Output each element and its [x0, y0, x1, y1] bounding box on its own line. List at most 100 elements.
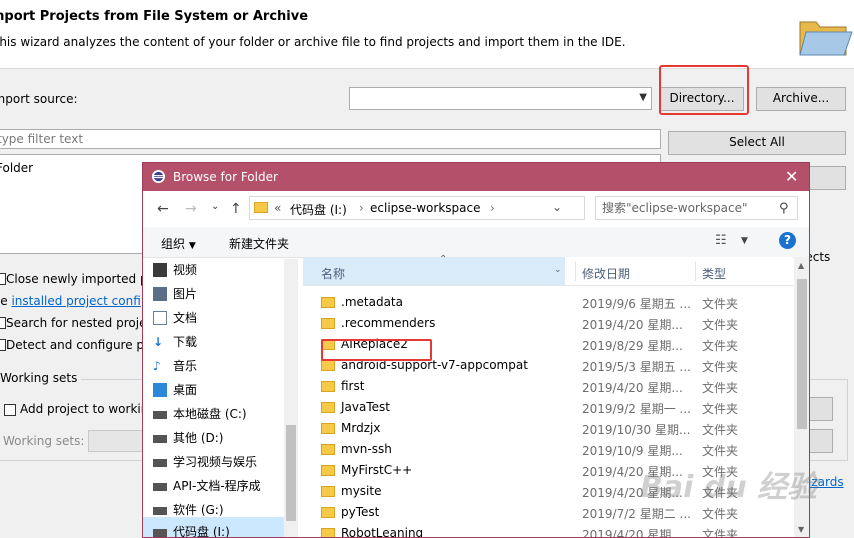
- picture-icon: [153, 287, 167, 301]
- dialog-toolbar: 组织 ▼ 新建文件夹 ☷ ▼ ?: [143, 227, 809, 258]
- up-arrow-icon[interactable]: ↑: [230, 201, 242, 217]
- eclipse-icon: [151, 169, 166, 184]
- open-folder-icon: [799, 21, 853, 56]
- desktop-icon: [153, 383, 167, 397]
- back-arrow-icon[interactable]: ←: [157, 201, 169, 217]
- wizard-title: Import Projects from File System or Arch…: [0, 9, 309, 24]
- close-icon[interactable]: ✕: [785, 167, 798, 186]
- column-date-label[interactable]: 修改日期: [582, 265, 630, 282]
- folder-icon: [321, 444, 335, 455]
- drive-icon: [153, 529, 167, 537]
- nav-item-label: 图片: [173, 287, 198, 301]
- file-type: 文件夹: [702, 360, 739, 374]
- search-input[interactable]: 搜索"eclipse-workspace": [595, 196, 798, 220]
- file-row[interactable]: JavaTest 2019/9/2 星期一 ... 文件夹: [303, 397, 793, 418]
- breadcrumb-overflow[interactable]: «: [274, 201, 281, 215]
- nav-item-drive-f[interactable]: API-文档-程序成: [153, 475, 261, 497]
- file-row[interactable]: mvn-ssh 2019/10/9 星期... 文件夹: [303, 439, 793, 460]
- breadcrumb-chevron-icon: ›: [359, 201, 364, 215]
- search-icon[interactable]: ⚲: [779, 201, 789, 216]
- nav-item-drive-i[interactable]: 代码盘 (I:): [153, 521, 230, 537]
- nav-item-drive-g[interactable]: 软件 (G:): [153, 499, 224, 521]
- add-to-working-set-checkbox[interactable]: [4, 404, 16, 416]
- dialog-titlebar[interactable]: Browse for Folder ✕: [143, 163, 809, 191]
- archive-button[interactable]: Archive...: [756, 87, 846, 111]
- drive-icon: [153, 411, 167, 419]
- download-icon: ↓: [153, 335, 164, 349]
- scroll-down-icon[interactable]: ▼: [798, 525, 804, 534]
- select-all-button[interactable]: Select All: [668, 131, 846, 155]
- recent-chevron-icon[interactable]: ⌄: [211, 201, 219, 212]
- annotation-highlight: [321, 339, 432, 361]
- working-set-new-button[interactable]: [808, 397, 833, 421]
- drive-icon: [153, 483, 167, 491]
- file-row[interactable]: RobotLeaning 2019/4/20 星期... 文件夹: [303, 523, 793, 537]
- file-type: 文件夹: [702, 381, 739, 395]
- file-name: mysite: [341, 484, 382, 498]
- project-row[interactable]: Folder: [0, 161, 33, 175]
- nav-item-pictures[interactable]: 图片: [153, 283, 198, 305]
- navigation-pane[interactable]: 视频 图片 文档 ↓ 下载 ♪ 音乐 桌面 本地磁盘 (C:) 其他 (D:) 学习…: [143, 259, 301, 537]
- file-row[interactable]: .metadata 2019/9/6 星期五 ... 文件夹: [303, 292, 793, 313]
- sort-up-icon: ⌃: [439, 254, 448, 265]
- folder-icon: [321, 423, 335, 434]
- drive-icon: [153, 507, 167, 515]
- nav-item-desktop[interactable]: 桌面: [153, 379, 197, 401]
- file-date: 2019/4/20 星期...: [582, 318, 683, 332]
- working-sets-legend: Working sets: [0, 371, 82, 385]
- forward-arrow-icon[interactable]: →: [185, 201, 197, 217]
- file-type: 文件夹: [702, 402, 739, 416]
- nav-scrollbar[interactable]: [284, 259, 298, 537]
- nav-scroll-thumb[interactable]: [286, 425, 296, 521]
- file-date: 2019/8/29 星期...: [582, 339, 683, 353]
- column-type-label[interactable]: 类型: [702, 265, 726, 282]
- working-sets-label: Working sets:: [3, 434, 85, 448]
- dialog-navigation-bar: ← → ⌄ ↑ « 代码盘 (I:) › eclipse-workspace ›…: [143, 191, 809, 227]
- filter-input[interactable]: type filter text: [0, 129, 661, 149]
- nav-item-documents[interactable]: 文档: [153, 307, 197, 329]
- folder-icon: [321, 486, 335, 497]
- file-row[interactable]: first 2019/4/20 星期... 文件夹: [303, 376, 793, 397]
- file-row[interactable]: Mrdzjx 2019/10/30 星期... 文件夹: [303, 418, 793, 439]
- nav-item-label: 下载: [173, 335, 198, 349]
- new-folder-button[interactable]: 新建文件夹: [229, 235, 289, 252]
- column-header-row: 名称 ⌃ ⌄ 修改日期 类型: [303, 254, 793, 286]
- nav-item-drive-c[interactable]: 本地磁盘 (C:): [153, 403, 247, 425]
- file-name: JavaTest: [341, 400, 390, 414]
- breadcrumb-folder[interactable]: eclipse-workspace: [370, 201, 480, 215]
- breadcrumb-drive[interactable]: 代码盘 (I:): [290, 201, 347, 218]
- file-type: 文件夹: [702, 507, 739, 521]
- file-type: 文件夹: [702, 297, 739, 311]
- chevron-down-icon: ▼: [188, 241, 196, 251]
- folder-icon: [321, 507, 335, 518]
- document-icon: [153, 311, 167, 325]
- nav-item-drive-e[interactable]: 学习视频与娱乐: [153, 451, 257, 473]
- view-options-icon[interactable]: ☷: [715, 233, 727, 248]
- scroll-up-icon[interactable]: ▲: [798, 261, 804, 270]
- nav-item-drive-d[interactable]: 其他 (D:): [153, 427, 223, 449]
- nav-item-downloads[interactable]: ↓ 下载: [153, 331, 198, 353]
- organize-label: 组织: [161, 237, 186, 251]
- nav-item-music[interactable]: ♪ 音乐: [153, 355, 197, 377]
- file-scroll-thumb[interactable]: [797, 279, 807, 429]
- watermark: Bai du 经验: [640, 470, 818, 505]
- use-installed-configurators: se installed project confi: [0, 294, 141, 308]
- history-chevron-down-icon[interactable]: ⌄: [552, 200, 562, 214]
- file-row[interactable]: .recommenders 2019/4/20 星期... 文件夹: [303, 313, 793, 334]
- working-set-select-button[interactable]: [808, 429, 833, 453]
- file-date: 2019/5/3 星期五 ...: [582, 360, 691, 374]
- chevron-down-icon[interactable]: ⌄: [554, 265, 562, 275]
- help-icon[interactable]: ?: [779, 232, 796, 249]
- nav-item-videos[interactable]: 视频: [153, 259, 197, 281]
- column-name-label: 名称: [321, 267, 346, 281]
- column-header-name[interactable]: 名称 ⌃ ⌄: [303, 254, 565, 285]
- chevron-down-icon[interactable]: ▼: [741, 236, 748, 246]
- search-nested-label: Search for nested proje: [6, 316, 147, 330]
- organize-menu[interactable]: 组织 ▼: [161, 235, 196, 252]
- folder-icon: [321, 528, 335, 537]
- import-source-combo[interactable]: ▼: [349, 87, 652, 110]
- file-name: first: [341, 379, 365, 393]
- file-date: 2019/9/6 星期五 ...: [582, 297, 691, 311]
- installed-configurators-link[interactable]: installed project confi: [11, 294, 140, 308]
- address-bar[interactable]: « 代码盘 (I:) › eclipse-workspace › ⌄ ↻: [249, 196, 681, 220]
